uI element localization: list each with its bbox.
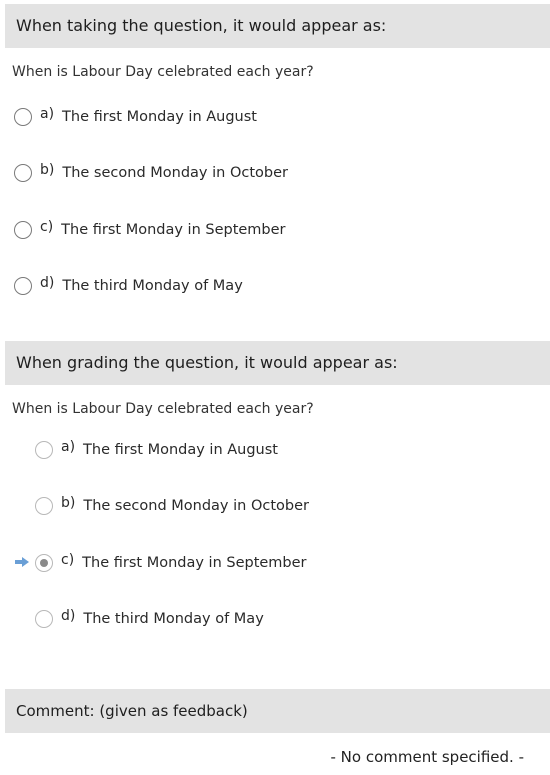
taking-question-text: When is Labour Day celebrated each year? [12,64,314,80]
option-letter: a) [40,106,55,122]
comment-section-header: Comment: (given as feedback) [5,689,550,733]
comment-note: (given as feedback) [99,702,248,720]
option-letter: c) [61,552,75,568]
option-text: The second Monday in October [62,165,288,181]
taking-option-d[interactable]: d) The third Monday of May [14,273,243,299]
radio-button[interactable] [14,221,32,239]
option-text: The second Monday in October [83,498,309,514]
grading-question-text: When is Labour Day celebrated each year? [12,401,314,417]
option-letter: a) [61,439,76,455]
taking-option-c[interactable]: c) The first Monday in September [14,217,286,243]
grading-option-a: a) The first Monday in August [35,437,278,463]
option-text: The third Monday of May [83,611,264,627]
option-letter: d) [40,275,55,291]
taking-option-a[interactable]: a) The first Monday in August [14,104,257,130]
taking-section-header: When taking the question, it would appea… [5,4,550,48]
grading-option-d: d) The third Monday of May [35,606,264,632]
radio-button[interactable] [14,277,32,295]
grading-option-c: c) The first Monday in September [35,550,307,576]
option-letter: c) [40,219,54,235]
option-text: The first Monday in September [61,222,286,238]
arrow-right-icon [15,557,29,567]
grading-option-b: b) The second Monday in October [35,493,309,519]
radio-button[interactable] [14,164,32,182]
radio-button-disabled [35,441,53,459]
option-text: The third Monday of May [62,278,243,294]
option-letter: b) [40,162,55,178]
radio-dot [40,559,48,567]
option-text: The first Monday in September [82,555,307,571]
radio-button-selected [35,554,53,572]
option-text: The first Monday in August [83,442,278,458]
option-text: The first Monday in August [62,109,257,125]
option-letter: d) [61,608,76,624]
radio-button-disabled [35,610,53,628]
grading-section-header: When grading the question, it would appe… [5,341,550,385]
comment-label: Comment: [16,702,95,720]
radio-button[interactable] [14,108,32,126]
taking-option-b[interactable]: b) The second Monday in October [14,160,288,186]
comment-value: - No comment specified. - [330,748,524,766]
option-letter: b) [61,495,76,511]
radio-button-disabled [35,497,53,515]
